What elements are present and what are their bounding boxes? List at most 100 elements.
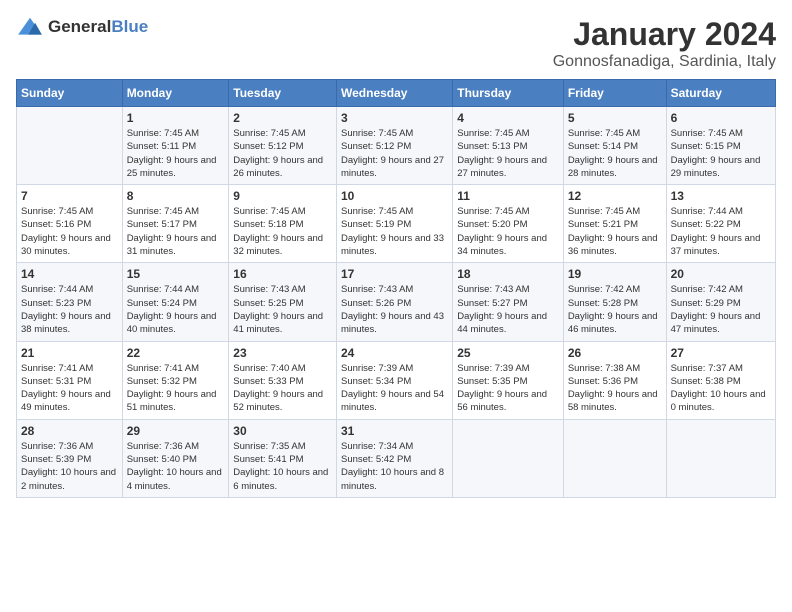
col-wednesday: Wednesday (337, 80, 453, 107)
day-number: 17 (341, 267, 448, 281)
day-cell: 20 Sunrise: 7:42 AMSunset: 5:29 PMDayligh… (666, 263, 775, 341)
day-info: Sunrise: 7:44 AMSunset: 5:23 PMDaylight:… (21, 283, 118, 336)
day-info: Sunrise: 7:43 AMSunset: 5:27 PMDaylight:… (457, 283, 559, 336)
day-info: Sunrise: 7:36 AMSunset: 5:39 PMDaylight:… (21, 440, 118, 493)
day-cell: 10Sunrise: 7:45 AMSunset: 5:19 PMDayligh… (337, 185, 453, 263)
day-number: 13 (671, 189, 771, 203)
day-info: Sunrise: 7:45 AMSunset: 5:18 PMDaylight:… (233, 205, 332, 258)
day-info: Sunrise: 7:45 AMSunset: 5:19 PMDaylight:… (341, 205, 448, 258)
day-number: 25 (457, 346, 559, 360)
day-cell (563, 419, 666, 497)
day-info: Sunrise: 7:45 AMSunset: 5:17 PMDaylight:… (127, 205, 225, 258)
day-info: Sunrise: 7:34 AMSunset: 5:42 PMDaylight:… (341, 440, 448, 493)
day-cell: 7Sunrise: 7:45 AMSunset: 5:16 PMDaylight… (17, 185, 123, 263)
logo-icon (16, 16, 44, 38)
day-info: Sunrise: 7:37 AMSunset: 5:38 PMDaylight:… (671, 362, 771, 415)
col-monday: Monday (122, 80, 229, 107)
day-cell: 30 Sunrise: 7:35 AMSunset: 5:41 PMDayligh… (229, 419, 337, 497)
day-number: 15 (127, 267, 225, 281)
col-sunday: Sunday (17, 80, 123, 107)
day-number: 8 (127, 189, 225, 203)
day-cell (666, 419, 775, 497)
day-number: 28 (21, 424, 118, 438)
day-cell: 13 Sunrise: 7:44 AMSunset: 5:22 PMDayligh… (666, 185, 775, 263)
day-number: 21 (21, 346, 118, 360)
day-number: 6 (671, 111, 771, 125)
header: GeneralBlue January 2024 Gonnosfanadiga,… (16, 16, 776, 71)
day-number: 12 (568, 189, 662, 203)
week-row-0: 1Sunrise: 7:45 AMSunset: 5:11 PMDaylight… (17, 107, 776, 185)
day-number: 20 (671, 267, 771, 281)
header-row: Sunday Monday Tuesday Wednesday Thursday… (17, 80, 776, 107)
day-info: Sunrise: 7:43 AMSunset: 5:25 PMDaylight:… (233, 283, 332, 336)
day-cell: 2 Sunrise: 7:45 AMSunset: 5:12 PMDaylight… (229, 107, 337, 185)
day-info: Sunrise: 7:45 AMSunset: 5:11 PMDaylight:… (127, 127, 225, 180)
day-number: 22 (127, 346, 225, 360)
week-row-4: 28 Sunrise: 7:36 AMSunset: 5:39 PMDayligh… (17, 419, 776, 497)
day-number: 3 (341, 111, 448, 125)
day-number: 5 (568, 111, 662, 125)
day-number: 27 (671, 346, 771, 360)
main-title: January 2024 (553, 16, 776, 53)
day-info: Sunrise: 7:36 AMSunset: 5:40 PMDaylight:… (127, 440, 225, 493)
day-cell: 29Sunrise: 7:36 AMSunset: 5:40 PMDayligh… (122, 419, 229, 497)
title-area: January 2024 Gonnosfanadiga, Sardinia, I… (553, 16, 776, 71)
day-info: Sunrise: 7:38 AMSunset: 5:36 PMDaylight:… (568, 362, 662, 415)
day-number: 11 (457, 189, 559, 203)
day-cell: 26 Sunrise: 7:38 AMSunset: 5:36 PMDayligh… (563, 341, 666, 419)
day-cell: 15 Sunrise: 7:44 AMSunset: 5:24 PMDayligh… (122, 263, 229, 341)
day-number: 4 (457, 111, 559, 125)
day-info: Sunrise: 7:41 AMSunset: 5:32 PMDaylight:… (127, 362, 225, 415)
logo-general: General (48, 17, 111, 36)
col-thursday: Thursday (453, 80, 564, 107)
day-number: 24 (341, 346, 448, 360)
day-info: Sunrise: 7:41 AMSunset: 5:31 PMDaylight:… (21, 362, 118, 415)
day-info: Sunrise: 7:45 AMSunset: 5:12 PMDaylight:… (233, 127, 332, 180)
day-number: 30 (233, 424, 332, 438)
day-number: 14 (21, 267, 118, 281)
day-number: 23 (233, 346, 332, 360)
week-row-1: 7Sunrise: 7:45 AMSunset: 5:16 PMDaylight… (17, 185, 776, 263)
day-number: 2 (233, 111, 332, 125)
col-saturday: Saturday (666, 80, 775, 107)
day-cell: 17 Sunrise: 7:43 AMSunset: 5:26 PMDayligh… (337, 263, 453, 341)
day-cell: 19Sunrise: 7:42 AMSunset: 5:28 PMDayligh… (563, 263, 666, 341)
day-cell: 18Sunrise: 7:43 AMSunset: 5:27 PMDayligh… (453, 263, 564, 341)
day-cell: 23 Sunrise: 7:40 AMSunset: 5:33 PMDayligh… (229, 341, 337, 419)
day-number: 9 (233, 189, 332, 203)
subtitle: Gonnosfanadiga, Sardinia, Italy (553, 53, 776, 71)
day-number: 7 (21, 189, 118, 203)
day-number: 19 (568, 267, 662, 281)
day-info: Sunrise: 7:45 AMSunset: 5:14 PMDaylight:… (568, 127, 662, 180)
day-cell: 5 Sunrise: 7:45 AMSunset: 5:14 PMDaylight… (563, 107, 666, 185)
day-info: Sunrise: 7:42 AMSunset: 5:29 PMDaylight:… (671, 283, 771, 336)
week-row-3: 21 Sunrise: 7:41 AMSunset: 5:31 PMDayligh… (17, 341, 776, 419)
day-cell: 4Sunrise: 7:45 AMSunset: 5:13 PMDaylight… (453, 107, 564, 185)
day-info: Sunrise: 7:40 AMSunset: 5:33 PMDaylight:… (233, 362, 332, 415)
day-cell: 14 Sunrise: 7:44 AMSunset: 5:23 PMDayligh… (17, 263, 123, 341)
day-number: 26 (568, 346, 662, 360)
day-info: Sunrise: 7:43 AMSunset: 5:26 PMDaylight:… (341, 283, 448, 336)
page-container: GeneralBlue January 2024 Gonnosfanadiga,… (0, 0, 792, 506)
day-cell: 22 Sunrise: 7:41 AMSunset: 5:32 PMDayligh… (122, 341, 229, 419)
day-cell: 1Sunrise: 7:45 AMSunset: 5:11 PMDaylight… (122, 107, 229, 185)
day-cell: 3 Sunrise: 7:45 AMSunset: 5:12 PMDaylight… (337, 107, 453, 185)
day-info: Sunrise: 7:45 AMSunset: 5:15 PMDaylight:… (671, 127, 771, 180)
day-info: Sunrise: 7:35 AMSunset: 5:41 PMDaylight:… (233, 440, 332, 493)
week-row-2: 14 Sunrise: 7:44 AMSunset: 5:23 PMDayligh… (17, 263, 776, 341)
day-cell (17, 107, 123, 185)
day-cell: 12Sunrise: 7:45 AMSunset: 5:21 PMDayligh… (563, 185, 666, 263)
day-info: Sunrise: 7:45 AMSunset: 5:12 PMDaylight:… (341, 127, 448, 180)
col-tuesday: Tuesday (229, 80, 337, 107)
day-info: Sunrise: 7:44 AMSunset: 5:24 PMDaylight:… (127, 283, 225, 336)
day-info: Sunrise: 7:45 AMSunset: 5:20 PMDaylight:… (457, 205, 559, 258)
day-info: Sunrise: 7:39 AMSunset: 5:34 PMDaylight:… (341, 362, 448, 415)
day-cell: 24 Sunrise: 7:39 AMSunset: 5:34 PMDayligh… (337, 341, 453, 419)
calendar-table: Sunday Monday Tuesday Wednesday Thursday… (16, 79, 776, 498)
day-info: Sunrise: 7:39 AMSunset: 5:35 PMDaylight:… (457, 362, 559, 415)
day-info: Sunrise: 7:44 AMSunset: 5:22 PMDaylight:… (671, 205, 771, 258)
day-cell: 25 Sunrise: 7:39 AMSunset: 5:35 PMDayligh… (453, 341, 564, 419)
day-cell: 8 Sunrise: 7:45 AMSunset: 5:17 PMDaylight… (122, 185, 229, 263)
day-cell: 6 Sunrise: 7:45 AMSunset: 5:15 PMDaylight… (666, 107, 775, 185)
day-cell: 21 Sunrise: 7:41 AMSunset: 5:31 PMDayligh… (17, 341, 123, 419)
